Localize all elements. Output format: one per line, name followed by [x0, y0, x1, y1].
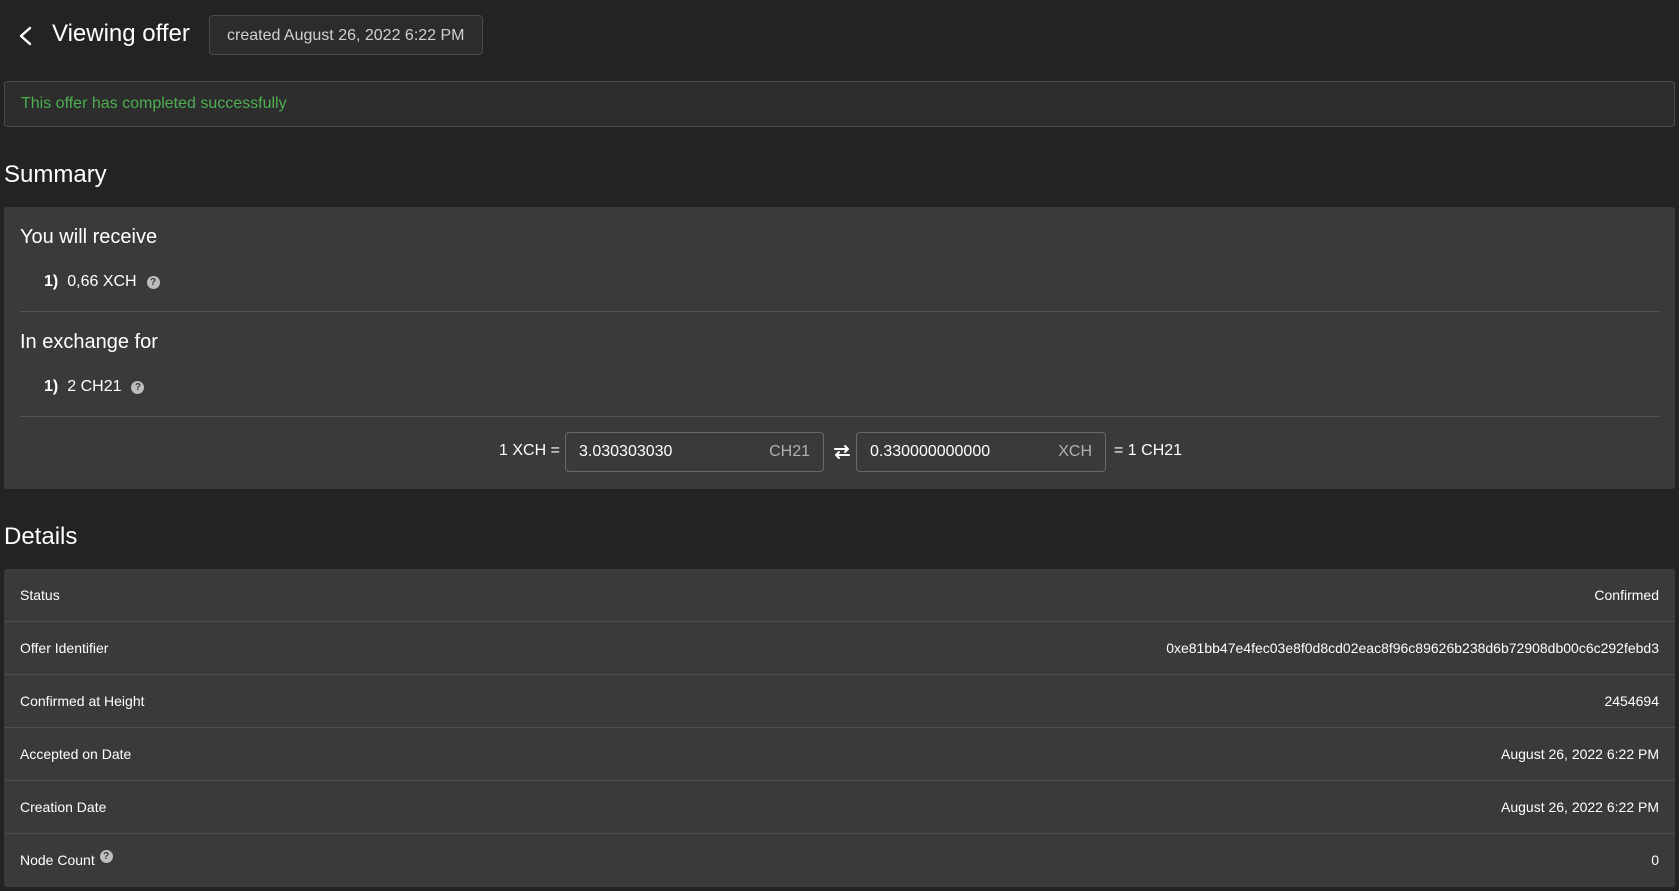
rate-prefix: 1 XCH =: [499, 442, 560, 459]
detail-row-accepted-date: Accepted on Date August 26, 2022 6:22 PM: [4, 728, 1675, 781]
exchange-rate-row: 1 XCH = 3.030303030 CH21 0.330000000000 …: [4, 432, 1675, 472]
exchange-item-amount: 2 CH21: [67, 378, 122, 395]
detail-value: August 26, 2022 6:22 PM: [1501, 746, 1659, 762]
detail-label: Offer Identifier: [20, 640, 109, 656]
top-bar: Viewing offer created August 26, 2022 6:…: [0, 0, 1679, 72]
page-title: Viewing offer: [52, 20, 190, 47]
detail-row-creation-date: Creation Date August 26, 2022 6:22 PM: [4, 781, 1675, 834]
exchange-item-index: 1): [44, 378, 59, 395]
receive-title: You will receive: [20, 226, 158, 248]
detail-value: 2454694: [1604, 693, 1659, 709]
summary-heading: Summary: [4, 161, 107, 188]
detail-value: August 26, 2022 6:22 PM: [1501, 799, 1659, 815]
summary-card: You will receive 1) 0,66 XCH ? In exchan…: [4, 207, 1675, 489]
rate-input-ch21-unit: CH21: [769, 443, 810, 460]
created-date-chip: created August 26, 2022 6:22 PM: [209, 15, 483, 55]
detail-row-offer-identifier: Offer Identifier 0xe81bb47e4fec03e8f0d8c…: [4, 622, 1675, 675]
detail-label-text: Node Count: [20, 852, 95, 868]
chevron-left-icon: [19, 26, 32, 46]
rate-input-xch[interactable]: 0.330000000000 XCH: [856, 432, 1106, 472]
detail-row-status: Status Confirmed: [4, 569, 1675, 622]
rate-input-ch21[interactable]: 3.030303030 CH21: [565, 432, 824, 472]
detail-value: 0xe81bb47e4fec03e8f0d8cd02eac8f96c89626b…: [1166, 640, 1659, 656]
detail-label-node-count: Node Count ?: [20, 849, 113, 868]
details-table: Status Confirmed Offer Identifier 0xe81b…: [4, 569, 1675, 887]
receive-item: 1) 0,66 XCH ?: [44, 273, 160, 291]
help-icon[interactable]: ?: [146, 275, 160, 289]
detail-value: Confirmed: [1594, 587, 1659, 603]
rate-input-xch-value: 0.330000000000: [870, 443, 991, 460]
receive-item-index: 1): [44, 273, 59, 290]
swap-button[interactable]: [830, 440, 854, 464]
detail-row-confirmed-height: Confirmed at Height 2454694: [4, 675, 1675, 728]
detail-row-node-count: Node Count ? 0: [4, 834, 1675, 887]
detail-label: Creation Date: [20, 799, 107, 815]
detail-label: Accepted on Date: [20, 746, 132, 762]
divider: [20, 311, 1659, 312]
details-heading: Details: [4, 523, 78, 550]
rate-input-xch-unit: XCH: [1058, 443, 1092, 460]
receive-item-amount: 0,66 XCH: [67, 273, 137, 290]
exchange-item: 1) 2 CH21 ?: [44, 378, 145, 396]
rate-input-ch21-value: 3.030303030: [579, 443, 673, 460]
help-icon[interactable]: ?: [99, 849, 113, 863]
divider: [20, 416, 1659, 417]
swap-horizontal-icon: [834, 445, 850, 459]
success-banner: This offer has completed successfully: [4, 81, 1675, 127]
detail-label: Status: [20, 587, 60, 603]
back-button[interactable]: [12, 22, 40, 50]
detail-value: 0: [1651, 852, 1659, 868]
detail-label: Confirmed at Height: [20, 693, 145, 709]
exchange-title: In exchange for: [20, 331, 158, 353]
rate-suffix: = 1 CH21: [1114, 442, 1183, 459]
help-icon[interactable]: ?: [131, 380, 145, 394]
